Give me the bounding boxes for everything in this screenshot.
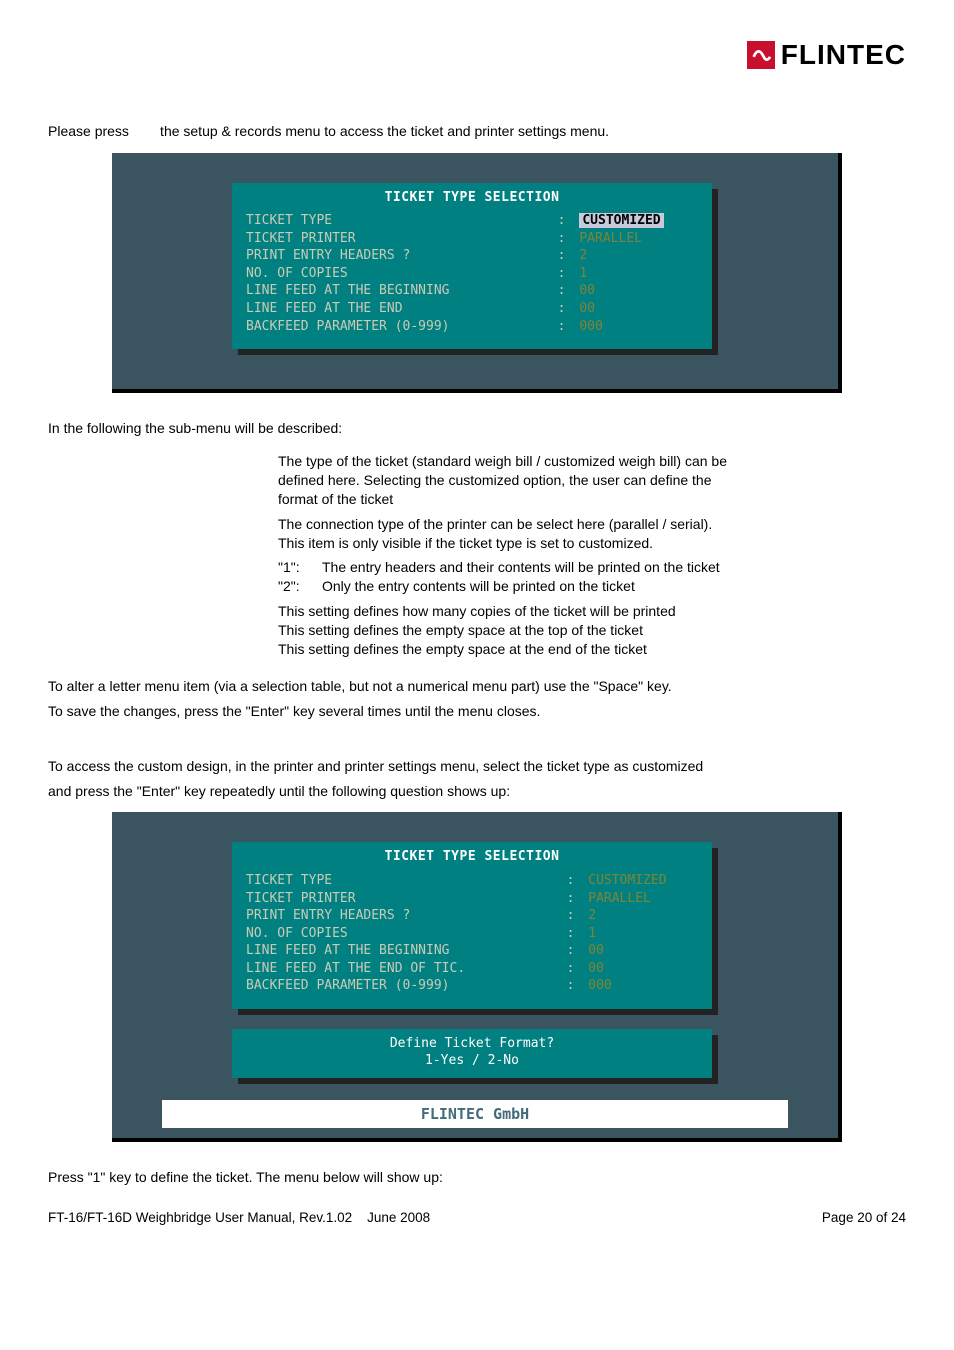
- terminal-row-label: LINE FEED AT THE BEGINNING: [242, 942, 563, 960]
- desc-line: The type of the ticket (standard weigh b…: [278, 452, 906, 471]
- terminal-row-value: 2: [584, 907, 702, 925]
- terminal-row-value: 00: [575, 300, 702, 318]
- terminal-row-value: 2: [575, 247, 702, 265]
- desc-line: format of the ticket: [278, 490, 906, 509]
- terminal-row-value: PARALLEL: [584, 890, 702, 908]
- terminal-row-label: LINE FEED AT THE END: [242, 300, 554, 318]
- terminal-row-label: TICKET TYPE: [242, 872, 563, 890]
- terminal-row-label: NO. OF COPIES: [242, 925, 563, 943]
- terminal-row-sep: :: [554, 265, 576, 283]
- terminal-row-value: 00: [584, 960, 702, 978]
- submenu-heading: In the following the sub-menu will be de…: [48, 419, 906, 438]
- prompt-line-1: Define Ticket Format?: [242, 1035, 702, 1053]
- terminal-row-sep: :: [554, 282, 576, 300]
- terminal-row-label: TICKET TYPE: [242, 212, 554, 230]
- terminal-title-1: TICKET TYPE SELECTION: [242, 187, 702, 213]
- custom-line-1: To access the custom design, in the prin…: [48, 757, 906, 776]
- option-1-text: The entry headers and their contents wil…: [322, 558, 720, 577]
- terminal-row-label: LINE FEED AT THE END OF TIC.: [242, 960, 563, 978]
- option-rows: "1": The entry headers and their content…: [278, 558, 906, 596]
- option-2-text: Only the entry contents will be printed …: [322, 577, 635, 596]
- terminal-table-1: TICKET TYPE :CUSTOMIZEDTICKET PRINTER :P…: [242, 212, 702, 335]
- terminal-window-1: TICKET TYPE SELECTION TICKET TYPE :CUSTO…: [232, 183, 712, 349]
- terminal-row-value: 000: [584, 977, 702, 995]
- terminal-row-sep: :: [563, 907, 585, 925]
- terminal-row-sep: :: [563, 925, 585, 943]
- custom-line-2: and press the "Enter" key repeatedly unt…: [48, 782, 906, 801]
- terminal-row-sep: :: [554, 300, 576, 318]
- footer-right: Page 20 of 24: [822, 1209, 906, 1227]
- logo-bar: FLINTEC: [48, 36, 906, 74]
- intro-text: Please press the setup & records menu to…: [48, 122, 906, 141]
- terminal-row-sep: :: [563, 872, 585, 890]
- terminal-row-value: 000: [575, 318, 702, 336]
- alter-line-1: To alter a letter menu item (via a selec…: [48, 677, 906, 696]
- terminal-row-label: LINE FEED AT THE BEGINNING: [242, 282, 554, 300]
- terminal-row-label: NO. OF COPIES: [242, 265, 554, 283]
- desc-line: This setting defines how many copies of …: [278, 602, 906, 621]
- terminal-table-2: TICKET TYPE :CUSTOMIZEDTICKET PRINTER :P…: [242, 872, 702, 995]
- screenshot-2: TICKET TYPE SELECTION TICKET TYPE :CUSTO…: [112, 812, 842, 1142]
- terminal-row-label: TICKET PRINTER: [242, 890, 563, 908]
- screenshot-1: TICKET TYPE SELECTION TICKET TYPE :CUSTO…: [112, 153, 842, 393]
- desc-block-3: This setting defines how many copies of …: [278, 602, 906, 659]
- terminal-row-sep: :: [554, 230, 576, 248]
- alter-line-2: To save the changes, press the "Enter" k…: [48, 702, 906, 721]
- prompt-box: Define Ticket Format? 1-Yes / 2-No: [232, 1029, 712, 1078]
- terminal-row-sep: :: [554, 247, 576, 265]
- terminal-row-value: 1: [575, 265, 702, 283]
- desc-line: defined here. Selecting the customized o…: [278, 471, 906, 490]
- flintec-logo: FLINTEC: [747, 36, 906, 74]
- terminal-title-2: TICKET TYPE SELECTION: [242, 846, 702, 872]
- footer-left: FT-16/FT-16D Weighbridge User Manual, Re…: [48, 1209, 430, 1227]
- terminal-window-2: TICKET TYPE SELECTION TICKET TYPE :CUSTO…: [232, 842, 712, 1008]
- desc-line: This setting defines the empty space at …: [278, 621, 906, 640]
- terminal-row-value: PARALLEL: [575, 230, 702, 248]
- option-2-key: "2":: [278, 577, 322, 596]
- terminal-row-label: TICKET PRINTER: [242, 230, 554, 248]
- terminal-row-sep: :: [563, 977, 585, 995]
- terminal-row-sep: :: [563, 942, 585, 960]
- terminal-row-label: PRINT ENTRY HEADERS ?: [242, 907, 563, 925]
- terminal-row-label: BACKFEED PARAMETER (0-999): [242, 977, 563, 995]
- terminal-row-sep: :: [563, 960, 585, 978]
- logo-text: FLINTEC: [781, 36, 906, 74]
- terminal-row-label: PRINT ENTRY HEADERS ?: [242, 247, 554, 265]
- terminal-row-sep: :: [563, 890, 585, 908]
- brand-bar: FLINTEC GmbH: [162, 1100, 788, 1128]
- desc-line: This item is only visible if the ticket …: [278, 534, 906, 553]
- press-1-line: Press "1" key to define the ticket. The …: [48, 1168, 906, 1187]
- desc-line: The connection type of the printer can b…: [278, 515, 906, 534]
- logo-icon: [747, 41, 775, 69]
- terminal-row-value: 00: [575, 282, 702, 300]
- prompt-line-2: 1-Yes / 2-No: [242, 1052, 702, 1070]
- terminal-row-value: 1: [584, 925, 702, 943]
- desc-block-2: The connection type of the printer can b…: [278, 515, 906, 553]
- terminal-row-sep: :: [554, 318, 576, 336]
- page-footer: FT-16/FT-16D Weighbridge User Manual, Re…: [48, 1209, 906, 1227]
- terminal-row-sep: :: [554, 212, 576, 230]
- desc-block-1: The type of the ticket (standard weigh b…: [278, 452, 906, 509]
- terminal-row-label: BACKFEED PARAMETER (0-999): [242, 318, 554, 336]
- desc-line: This setting defines the empty space at …: [278, 640, 906, 659]
- terminal-row-value: CUSTOMIZED: [584, 872, 702, 890]
- option-1-key: "1":: [278, 558, 322, 577]
- terminal-row-value: 00: [584, 942, 702, 960]
- terminal-row-value: CUSTOMIZED: [575, 212, 702, 230]
